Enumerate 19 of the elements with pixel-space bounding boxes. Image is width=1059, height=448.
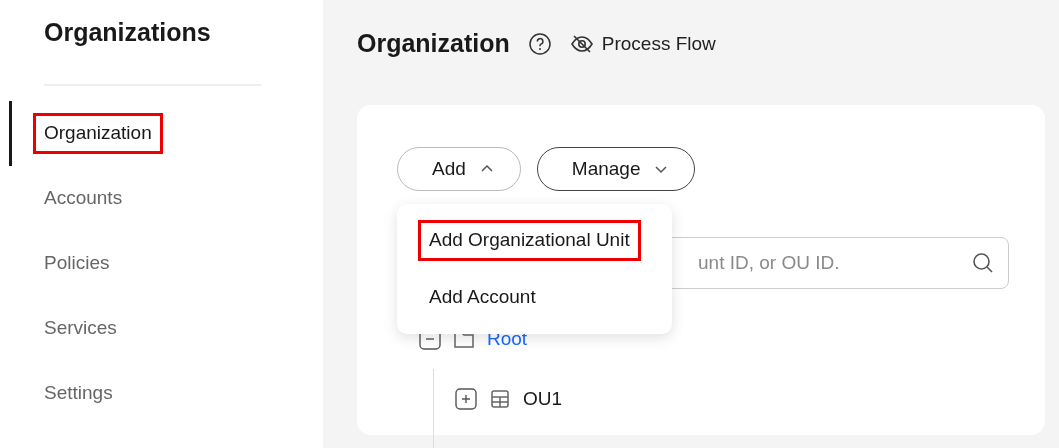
sidebar-item[interactable]: Policies xyxy=(33,243,121,284)
grid-icon xyxy=(489,388,511,410)
process-flow-link[interactable]: Process Flow xyxy=(569,29,716,59)
sidebar-item[interactable]: Accounts xyxy=(33,178,134,219)
sidebar-item[interactable]: Settings xyxy=(33,373,124,414)
tree-node[interactable]: OU1 xyxy=(523,384,563,414)
expand-icon[interactable] xyxy=(455,388,477,410)
search-icon[interactable] xyxy=(971,251,995,275)
help-icon[interactable] xyxy=(527,32,552,56)
dropdown-button[interactable]: Manage xyxy=(536,147,696,191)
page-title: Organization xyxy=(357,28,510,60)
hidden-eye-icon xyxy=(569,34,594,54)
sidebar-title: Organizations xyxy=(44,17,211,48)
sidebar-item[interactable]: Services xyxy=(33,308,128,349)
dropdown-button[interactable]: Add xyxy=(397,147,521,191)
caret-icon xyxy=(654,164,669,174)
caret-icon xyxy=(479,164,494,174)
menu-item[interactable]: Add Organizational Unit xyxy=(418,220,641,261)
sidebar-item[interactable]: Organization xyxy=(33,113,163,154)
